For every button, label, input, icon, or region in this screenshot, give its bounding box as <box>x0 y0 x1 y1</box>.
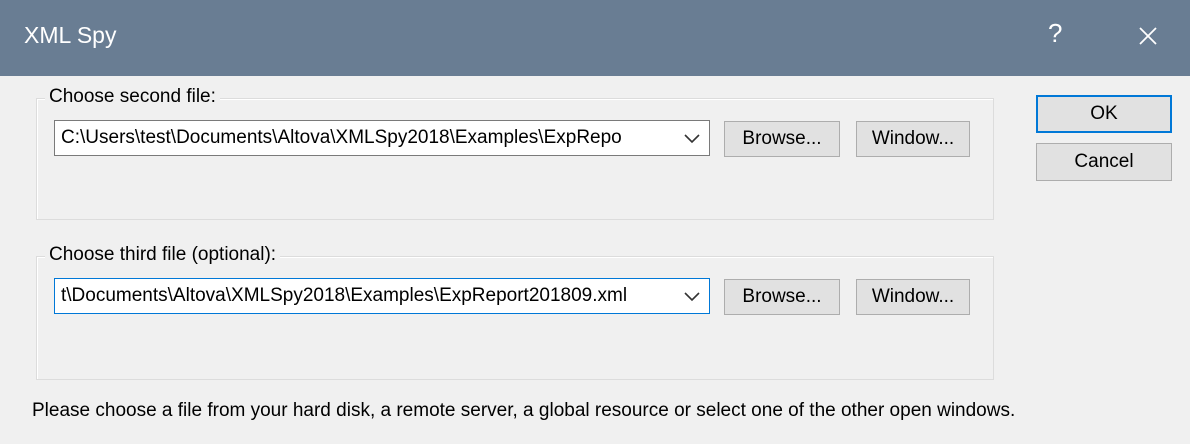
third-file-group: Choose third file (optional): <box>36 244 994 380</box>
third-file-combobox[interactable]: t\Documents\Altova\XMLSpy2018\Examples\E… <box>54 278 710 314</box>
third-file-path: t\Documents\Altova\XMLSpy2018\Examples\E… <box>61 285 628 306</box>
chevron-down-icon[interactable] <box>683 289 701 303</box>
second-file-path: C:\Users\test\Documents\Altova\XMLSpy201… <box>61 127 622 148</box>
second-browse-button[interactable]: Browse... <box>724 121 840 157</box>
second-window-button[interactable]: Window... <box>856 121 970 157</box>
hint-text: Please choose a file from your hard disk… <box>32 400 1016 421</box>
ok-button[interactable]: OK <box>1036 95 1172 133</box>
close-button[interactable] <box>1124 14 1172 58</box>
help-button[interactable]: ? <box>1048 18 1062 49</box>
chevron-down-icon[interactable] <box>683 131 701 145</box>
title-bar: XML Spy ? <box>0 0 1190 76</box>
third-window-button[interactable]: Window... <box>856 279 970 315</box>
window-title: XML Spy <box>24 22 117 48</box>
cancel-button[interactable]: Cancel <box>1036 143 1172 181</box>
close-icon <box>1139 27 1157 45</box>
second-file-label: Choose second file: <box>45 86 220 108</box>
third-browse-button[interactable]: Browse... <box>724 279 840 315</box>
second-file-group: Choose second file: <box>36 86 994 220</box>
third-file-label: Choose third file (optional): <box>45 244 281 266</box>
second-file-combobox[interactable]: C:\Users\test\Documents\Altova\XMLSpy201… <box>54 120 710 156</box>
